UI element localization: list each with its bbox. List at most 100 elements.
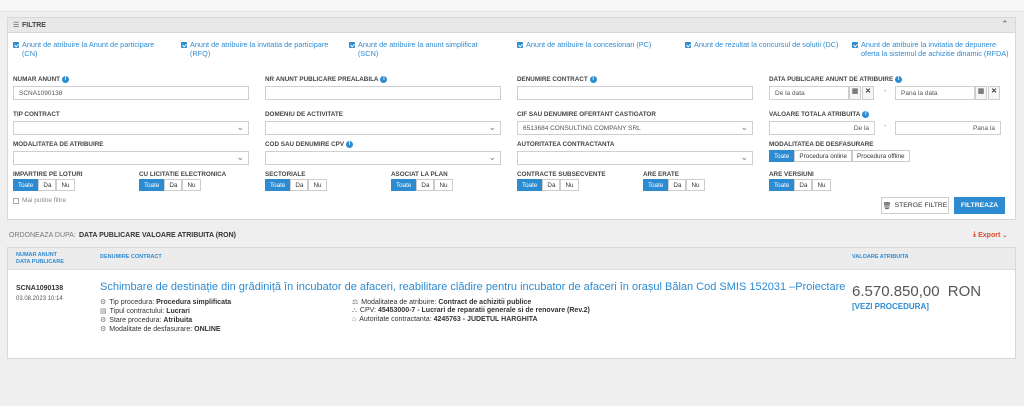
result-title-link[interactable]: Schimbare de destinație din grădiniță în… — [100, 281, 845, 293]
info-icon[interactable]: i — [895, 76, 903, 83]
toggle-toate[interactable]: Toate — [769, 179, 795, 191]
vezi-procedura-link[interactable]: [VEZI PROCEDURA] — [852, 302, 929, 311]
mai-putine-filtre[interactable]: Mai putine filtre — [13, 197, 66, 204]
nr-anunt-prealabil-input[interactable] — [265, 86, 501, 100]
result-currency: RON — [947, 283, 982, 300]
info-icon[interactable]: i — [862, 111, 870, 118]
toggle-toate[interactable]: Toate — [139, 179, 165, 191]
desfasurare-toggle[interactable]: Toate Procedura online Procedura offline — [769, 150, 910, 162]
toggle-da[interactable]: Da — [290, 179, 309, 191]
calendar-icon[interactable]: ▦ — [975, 86, 987, 100]
checkbox-rfq[interactable]: Anunt de atribuire la invitatia de parti… — [181, 40, 331, 58]
label-cpv: COD SAU DENUMIRE CPV i — [265, 141, 354, 148]
checkbox-icon — [852, 42, 858, 48]
sterge-filtre-button[interactable]: 🗑 STERGE FILTRE — [881, 197, 949, 214]
info-icon[interactable]: i — [62, 76, 69, 83]
data-pana-la-input[interactable]: Pana la data — [895, 86, 975, 100]
info-icon[interactable]: i — [380, 76, 388, 83]
modalitate-atribuire-select[interactable] — [13, 151, 249, 165]
toggle-da[interactable]: Da — [668, 179, 687, 191]
filters-header[interactable] — [8, 18, 1015, 33]
checkbox-icon — [181, 42, 187, 48]
toggle-da[interactable]: Da — [416, 179, 435, 191]
checkbox-scn[interactable]: Anunt de atribuire la anunt simplificat … — [349, 40, 499, 58]
calendar-icon[interactable]: ▦ — [849, 86, 861, 100]
domeniu-select[interactable] — [265, 121, 501, 135]
toggle-nu[interactable]: Nu — [182, 179, 201, 191]
chevron-down-icon: ⌄ — [1002, 232, 1008, 239]
toggle-nu[interactable]: Nu — [812, 179, 831, 191]
contracte-toggle[interactable]: Toate Da Nu — [517, 179, 579, 191]
result-id: SCNA1090138 — [16, 285, 64, 292]
erate-toggle[interactable]: Toate Da Nu — [643, 179, 705, 191]
licitatie-toggle[interactable]: Toate Da Nu — [139, 179, 201, 191]
info-icon[interactable]: i — [346, 141, 354, 148]
cpv-select[interactable] — [265, 151, 501, 165]
label-data-publicare: DATA PUBLICARE ANUNT DE ATRIBUIRE i — [769, 76, 903, 83]
export-button[interactable]: ⤓ Export ⌄ — [973, 231, 1007, 239]
sort-label: ORDONEAZA DUPA: — [9, 232, 76, 239]
filters-title: FILTRE — [22, 22, 46, 29]
building-icon: ⌂ — [352, 316, 357, 323]
toggle-da[interactable]: Da — [794, 179, 813, 191]
sectoriale-toggle[interactable]: Toate Da Nu — [265, 179, 327, 191]
range-separator: - — [884, 123, 887, 130]
range-separator: - — [884, 88, 887, 95]
clear-icon[interactable]: ✕ — [862, 86, 874, 100]
label-valoare: VALOARE TOTALA ATRIBUITA i — [769, 111, 870, 118]
toggle-nu[interactable]: Nu — [434, 179, 453, 191]
checkbox-pc[interactable]: Anunt de atribuire la concesionari (PC) — [517, 40, 677, 50]
toggle-toate[interactable]: Toate — [643, 179, 669, 191]
filtreaza-button[interactable]: FILTREAZA — [954, 197, 1005, 214]
toggle-toate[interactable]: Toate — [517, 179, 543, 191]
col-data-publicare: DATA PUBLICARE — [16, 259, 64, 265]
toggle-nu[interactable]: Nu — [56, 179, 75, 191]
sort-data-publicare[interactable]: DATA PUBLICARE — [79, 232, 140, 239]
toggle-nu[interactable]: Nu — [686, 179, 705, 191]
desfasurare-online[interactable]: Procedura online — [794, 150, 853, 162]
toggle-nu[interactable]: Nu — [308, 179, 327, 191]
document-icon: ▤ — [100, 308, 107, 315]
label-modalitate-atribuire: MODALITATEA DE ATRIBUIRE — [13, 141, 104, 148]
label-denumire-contract: DENUMIRE CONTRACT i — [517, 76, 597, 83]
checkbox-cn[interactable]: Anunt de atribuire la Anunt de participa… — [13, 40, 163, 58]
cif-select[interactable]: 6513684 CONSULTING COMPANY SRL — [517, 121, 753, 135]
versiuni-toggle[interactable]: Toate Da Nu — [769, 179, 831, 191]
desfasurare-offline[interactable]: Procedura offline — [852, 150, 910, 162]
minus-square-icon — [13, 197, 19, 204]
label-loturi: IMPARTIRE PE LOTURI — [13, 171, 83, 178]
asociat-toggle[interactable]: Toate Da Nu — [391, 179, 453, 191]
toggle-toate[interactable]: Toate — [265, 179, 291, 191]
col-valoare-atribuita: VALOARE ATRIBUITA — [852, 254, 909, 260]
loturi-toggle[interactable]: Toate Da Nu — [13, 179, 75, 191]
clear-icon[interactable]: ✕ — [988, 86, 1000, 100]
label-domeniu: DOMENIU DE ACTIVITATE — [265, 111, 343, 118]
label-versiuni: ARE VERSIUNI — [769, 171, 814, 178]
col-denumire-contract: DENUMIRE CONTRACT — [100, 254, 162, 260]
toggle-nu[interactable]: Nu — [560, 179, 579, 191]
autoritate-select[interactable] — [517, 151, 753, 165]
tip-contract-select[interactable] — [13, 121, 249, 135]
gears-icon: ⚙ — [100, 299, 107, 306]
chevron-up-icon[interactable]: ⌃ — [1001, 19, 1009, 30]
toggle-toate[interactable]: Toate — [13, 179, 39, 191]
toggle-da[interactable]: Da — [542, 179, 561, 191]
denumire-contract-input[interactable] — [517, 86, 753, 100]
toggle-da[interactable]: Da — [38, 179, 57, 191]
info-icon[interactable]: i — [589, 76, 597, 83]
filter-icon: ☰ — [13, 22, 20, 29]
toggle-toate[interactable]: Toate — [391, 179, 417, 191]
toggle-da[interactable]: Da — [164, 179, 183, 191]
result-value: 6.570.850,00 RON — [852, 283, 982, 300]
valoare-pana-la-input[interactable]: Pana la — [895, 121, 1001, 135]
checkbox-rfda[interactable]: Anunt de atribuire la invitatia de depun… — [852, 40, 1012, 58]
data-de-la-input[interactable]: De la data — [769, 86, 849, 100]
desfasurare-toate[interactable]: Toate — [769, 150, 795, 162]
gavel-icon: ⚖ — [352, 299, 359, 306]
label-sectoriale: SECTORIALE — [265, 171, 306, 178]
valoare-de-la-input[interactable]: De la — [769, 121, 875, 135]
checkbox-dc[interactable]: Anunt de rezultat la concursul de soluti… — [685, 40, 840, 50]
sort-valoare[interactable]: VALOARE ATRIBUITA (RON) — [142, 232, 236, 239]
label-licitatie: CU LICITATIE ELECTRONICA — [139, 171, 227, 178]
numar-anunt-input[interactable]: SCNA1090138 — [13, 86, 249, 100]
